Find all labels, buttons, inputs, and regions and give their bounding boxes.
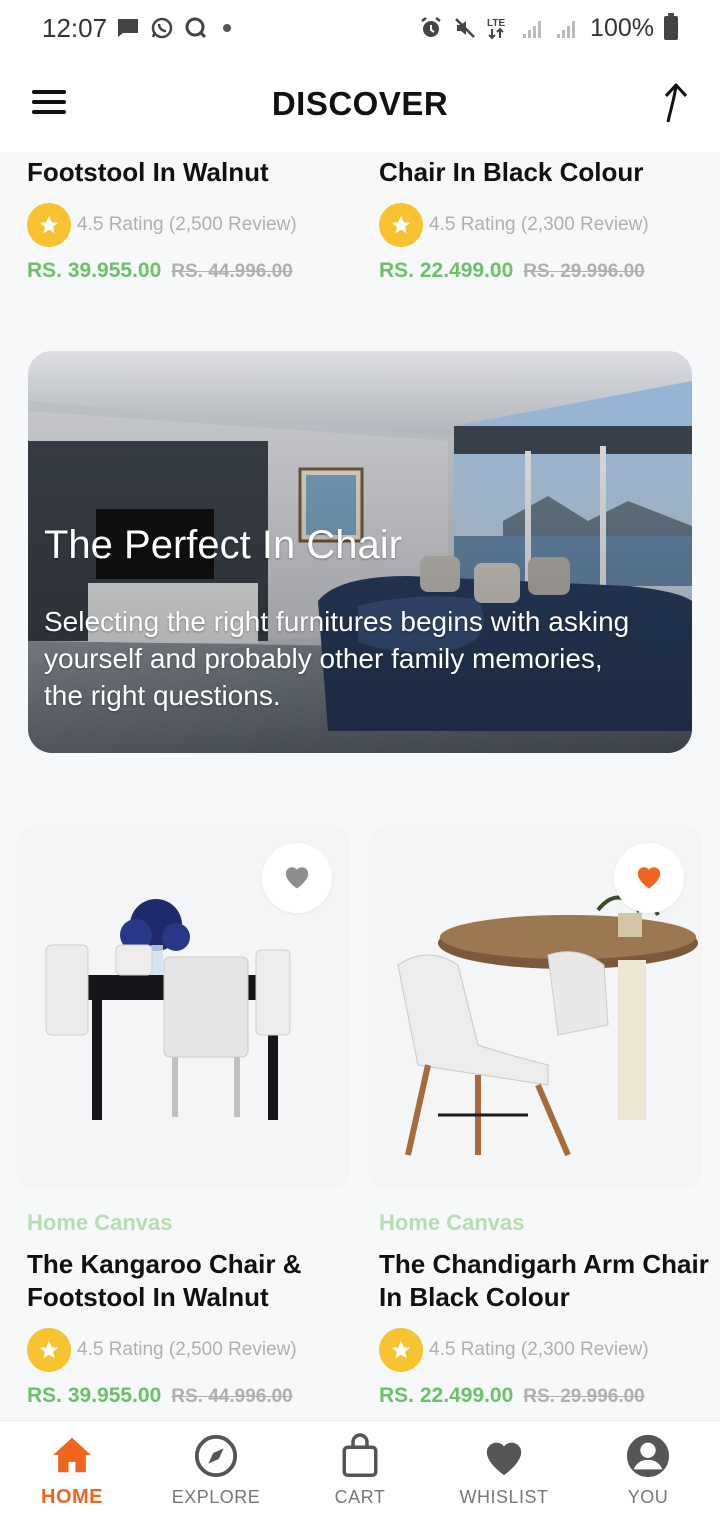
banner-description: Selecting the right furnitures begins wi… [44,606,630,711]
product-name: Footstool In Walnut [27,157,269,187]
rating-row: 4.5 Rating (2,300 Review) [379,203,709,247]
alarm-icon [418,15,444,41]
product-info-2[interactable]: Home Canvas The Chandigarh Arm Chair In … [379,1210,709,1408]
product-image-card[interactable] [368,825,702,1189]
rating-text: 4.5 Rating (2,300 Review) [429,214,649,235]
hamburger-menu-icon[interactable] [32,90,66,118]
nav-item-wishlist[interactable]: WHISLIST [432,1421,576,1520]
product-brand: Home Canvas [379,1210,525,1235]
star-icon [379,1328,423,1372]
lte-icon: LTE [486,15,512,41]
price-current: RS. 39.955.00 [27,1384,162,1407]
nav-item-explore[interactable]: EXPLORE [144,1421,288,1520]
signal-icon [520,15,546,41]
price-original: RS. 44.996.00 [171,261,293,282]
product-brand: Home Canvas [27,1210,173,1235]
product-image-card[interactable] [16,825,350,1189]
product-info-top-1[interactable]: Footstool In Walnut 4.5 Rating (2,500 Re… [27,156,357,283]
svg-text:LTE: LTE [487,18,505,29]
nav-item-cart[interactable]: CART [288,1421,432,1520]
product-name: The Chandigarh Arm Chair In Black Colour [379,1249,709,1312]
compass-icon [193,1433,239,1479]
chat-icon [183,15,209,41]
message-icon [115,15,141,41]
content-scroll[interactable]: Footstool In Walnut 4.5 Rating (2,500 Re… [0,152,720,1420]
price-current: RS. 22.499.00 [379,259,514,282]
price-row: RS. 39.955.00 RS. 44.996.00 [27,259,357,283]
rating-row: 4.5 Rating (2,300 Review) [379,1328,709,1372]
rating-text: 4.5 Rating (2,500 Review) [77,214,297,235]
star-icon [27,203,71,247]
price-original: RS. 29.996.00 [523,1386,645,1407]
app-bar: DISCOVER [0,56,720,152]
signal-icon-2 [554,15,580,41]
promo-banner[interactable]: The Perfect In Chair Selecting the right… [28,351,692,753]
favorite-button-active[interactable] [614,843,684,913]
whatsapp-icon [149,15,175,41]
notification-dot [223,24,232,32]
rating-text: 4.5 Rating (2,500 Review) [77,1339,297,1360]
product-info-1[interactable]: Home Canvas The Kangaroo Chair & Footsto… [27,1210,357,1408]
status-time: 12:07 [42,12,108,43]
heart-icon [634,862,664,895]
nav-item-you[interactable]: YOU [576,1421,720,1520]
nav-label: EXPLORE [171,1487,261,1507]
nav-label: CART [334,1487,386,1507]
star-icon [27,1328,71,1372]
mute-icon [452,15,478,41]
bottom-navigation: HOME EXPLORE CART WHISLIST YOU [0,1420,720,1520]
banner-title: The Perfect In Chair [44,523,402,567]
battery-icon [664,13,678,40]
star-icon [379,203,423,247]
heart-icon [282,862,312,895]
user-icon [625,1433,671,1479]
product-name: The Kangaroo Chair & Footstool In Walnut [27,1249,302,1312]
price-original: RS. 44.996.00 [171,1386,293,1407]
nav-label: HOME [41,1486,103,1508]
battery-percent: 100% [590,13,654,42]
rating-text: 4.5 Rating (2,300 Review) [429,1339,649,1360]
price-row: RS. 22.499.00 RS. 29.996.00 [379,1384,709,1408]
status-bar: 12:07 LTE 100% [0,0,720,56]
heart-icon [481,1433,527,1479]
price-row: RS. 39.955.00 RS. 44.996.00 [27,1384,357,1408]
share-arrow-icon[interactable] [658,82,694,126]
nav-label: YOU [627,1487,669,1507]
nav-item-home[interactable]: HOME [0,1421,144,1520]
status-left: 12:07 [42,12,232,44]
home-icon [49,1432,95,1478]
shopping-bag-icon [337,1433,383,1479]
product-info-top-2[interactable]: Chair In Black Colour 4.5 Rating (2,300 … [379,156,709,283]
rating-row: 4.5 Rating (2,500 Review) [27,203,357,247]
product-name: Chair In Black Colour [379,157,644,187]
price-current: RS. 22.499.00 [379,1384,514,1407]
price-original: RS. 29.996.00 [523,261,645,282]
price-row: RS. 22.499.00 RS. 29.996.00 [379,259,709,283]
nav-label: WHISLIST [459,1487,549,1507]
favorite-button[interactable] [262,843,332,913]
status-right: LTE 100% [418,13,678,43]
rating-row: 4.5 Rating (2,500 Review) [27,1328,357,1372]
page-title: DISCOVER [271,85,449,122]
price-current: RS. 39.955.00 [27,259,162,282]
